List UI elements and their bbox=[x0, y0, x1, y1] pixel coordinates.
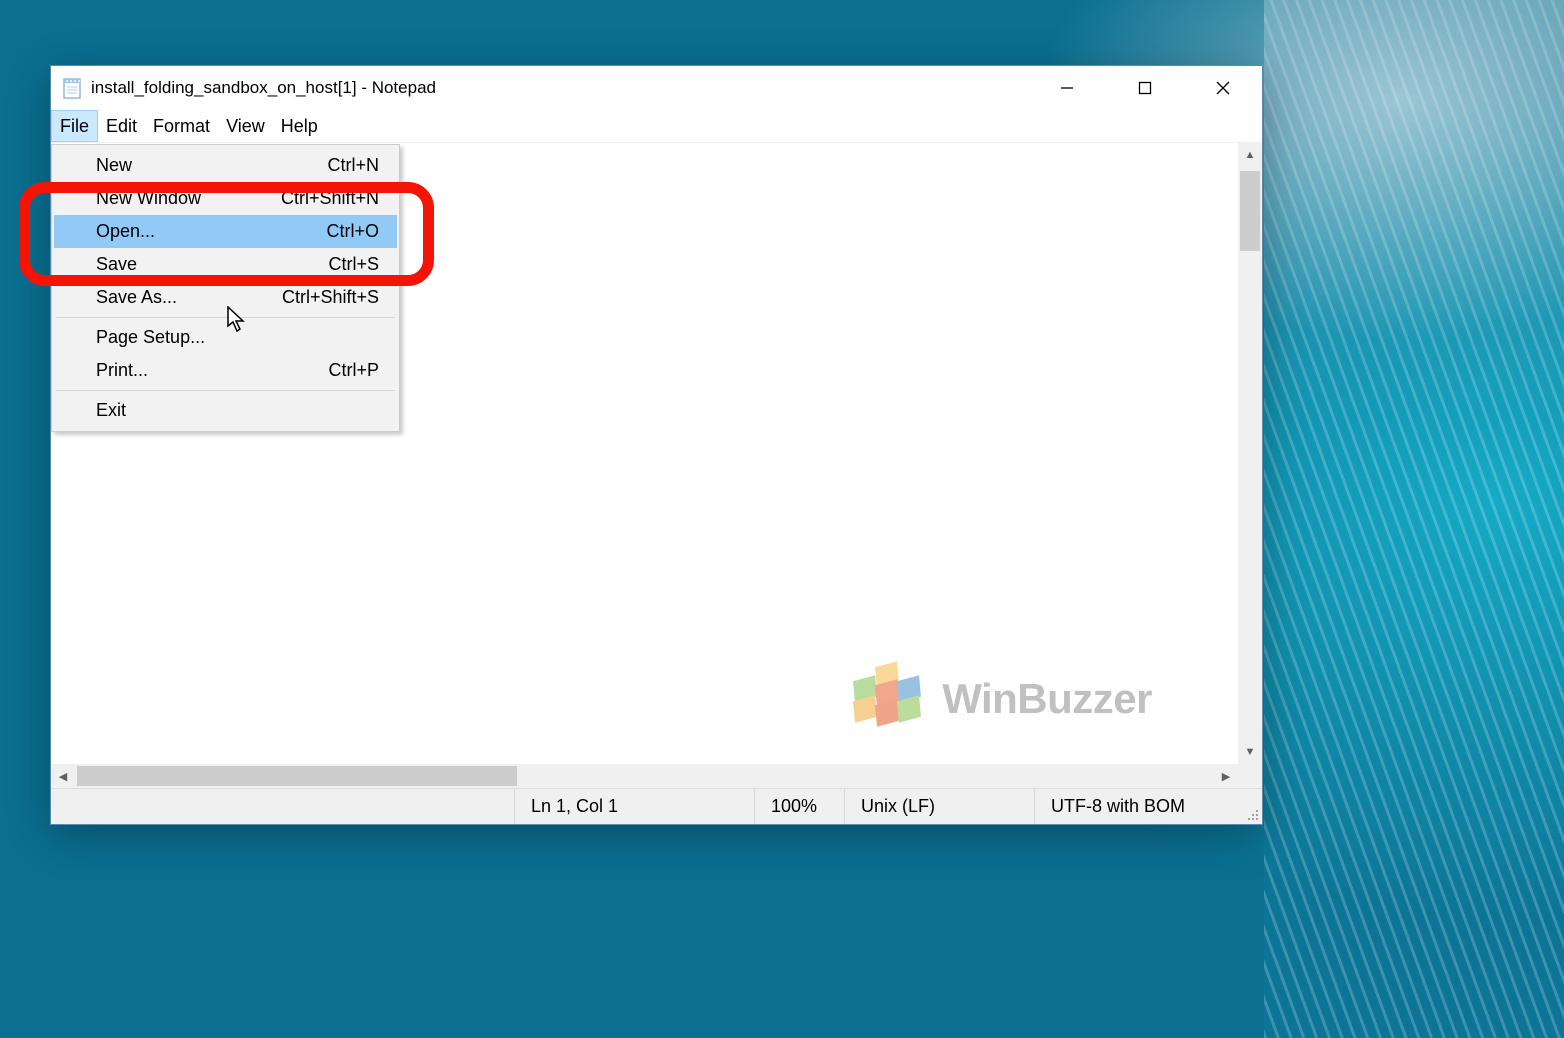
window-controls bbox=[1028, 66, 1262, 110]
desktop-wave bbox=[1264, 0, 1564, 1038]
scroll-up-arrow-icon[interactable]: ▲ bbox=[1238, 143, 1262, 167]
horizontal-scroll-thumb[interactable] bbox=[77, 766, 517, 786]
menu-item-label: New bbox=[96, 155, 132, 176]
menu-item-print[interactable]: Print... Ctrl+P bbox=[54, 354, 397, 387]
menu-item-label: Page Setup... bbox=[96, 327, 205, 348]
minimize-button[interactable] bbox=[1028, 66, 1106, 110]
menu-edit[interactable]: Edit bbox=[98, 110, 145, 142]
menu-item-open[interactable]: Open... Ctrl+O bbox=[54, 215, 397, 248]
vertical-scroll-thumb[interactable] bbox=[1240, 171, 1260, 251]
menu-item-save[interactable]: Save Ctrl+S bbox=[54, 248, 397, 281]
status-spacer bbox=[51, 789, 514, 824]
statusbar: Ln 1, Col 1 100% Unix (LF) UTF-8 with BO… bbox=[51, 788, 1262, 824]
menu-item-label: Open... bbox=[96, 221, 155, 242]
status-eol-text: Unix (LF) bbox=[861, 796, 935, 817]
maximize-icon bbox=[1138, 81, 1152, 95]
status-line-ending: Unix (LF) bbox=[844, 789, 1034, 824]
menu-separator bbox=[56, 317, 395, 318]
menu-help-label: Help bbox=[281, 116, 318, 137]
menu-item-label: Print... bbox=[96, 360, 148, 381]
scroll-left-arrow-icon[interactable]: ◀ bbox=[51, 764, 75, 788]
menu-item-label: Exit bbox=[96, 400, 126, 421]
menu-item-new[interactable]: New Ctrl+N bbox=[54, 149, 397, 182]
menu-edit-label: Edit bbox=[106, 116, 137, 137]
scrollbar-corner bbox=[1238, 764, 1262, 788]
menu-item-shortcut: Ctrl+O bbox=[326, 221, 379, 242]
minimize-icon bbox=[1059, 80, 1075, 96]
menu-item-shortcut: Ctrl+Shift+S bbox=[282, 287, 379, 308]
status-zoom: 100% bbox=[754, 789, 844, 824]
menu-item-page-setup[interactable]: Page Setup... bbox=[54, 321, 397, 354]
status-encoding-text: UTF-8 with BOM bbox=[1051, 796, 1185, 817]
status-zoom-text: 100% bbox=[771, 796, 817, 817]
horizontal-scrollbar[interactable]: ◀ ▶ bbox=[51, 764, 1238, 788]
menu-separator bbox=[56, 390, 395, 391]
menu-format[interactable]: Format bbox=[145, 110, 218, 142]
menu-item-shortcut: Ctrl+P bbox=[328, 360, 379, 381]
menu-item-shortcut: Ctrl+N bbox=[327, 155, 379, 176]
status-encoding: UTF-8 with BOM bbox=[1034, 789, 1244, 824]
menu-item-new-window[interactable]: New Window Ctrl+Shift+N bbox=[54, 182, 397, 215]
titlebar[interactable]: install_folding_sandbox_on_host[1] - Not… bbox=[51, 66, 1262, 110]
menu-item-save-as[interactable]: Save As... Ctrl+Shift+S bbox=[54, 281, 397, 314]
close-button[interactable] bbox=[1184, 66, 1262, 110]
file-menu-dropdown: New Ctrl+N New Window Ctrl+Shift+N Open.… bbox=[51, 144, 400, 432]
status-position-text: Ln 1, Col 1 bbox=[531, 796, 618, 817]
menubar: File Edit Format View Help bbox=[51, 110, 1262, 143]
menu-item-shortcut: Ctrl+Shift+N bbox=[281, 188, 379, 209]
window-title: install_folding_sandbox_on_host[1] - Not… bbox=[91, 78, 436, 98]
notepad-window: install_folding_sandbox_on_host[1] - Not… bbox=[50, 65, 1263, 825]
resize-grip-icon[interactable] bbox=[1244, 789, 1262, 824]
maximize-button[interactable] bbox=[1106, 66, 1184, 110]
menu-item-label: Save bbox=[96, 254, 137, 275]
menu-file[interactable]: File bbox=[51, 110, 98, 142]
scroll-right-arrow-icon[interactable]: ▶ bbox=[1214, 764, 1238, 788]
notepad-icon bbox=[61, 76, 83, 100]
status-position: Ln 1, Col 1 bbox=[514, 789, 754, 824]
menu-item-shortcut: Ctrl+S bbox=[328, 254, 379, 275]
close-icon bbox=[1215, 80, 1231, 96]
menu-help[interactable]: Help bbox=[273, 110, 326, 142]
vertical-scrollbar[interactable]: ▲ ▼ bbox=[1238, 143, 1262, 764]
menu-file-label: File bbox=[60, 116, 89, 137]
horizontal-scroll-row: ◀ ▶ bbox=[51, 764, 1262, 788]
menu-view[interactable]: View bbox=[218, 110, 273, 142]
menu-format-label: Format bbox=[153, 116, 210, 137]
menu-view-label: View bbox=[226, 116, 265, 137]
menu-item-label: Save As... bbox=[96, 287, 177, 308]
menu-item-exit[interactable]: Exit bbox=[54, 394, 397, 427]
scroll-down-arrow-icon[interactable]: ▼ bbox=[1238, 740, 1262, 764]
menu-item-label: New Window bbox=[96, 188, 201, 209]
